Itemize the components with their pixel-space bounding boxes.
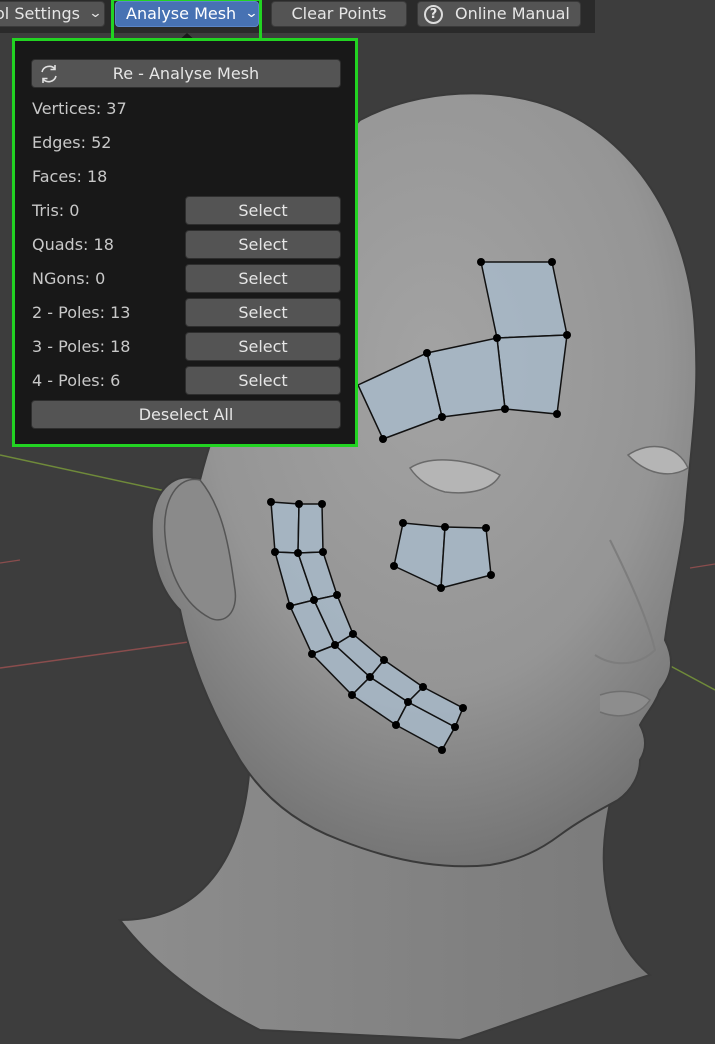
tris-count: Tris: 0 <box>32 201 80 220</box>
grid-axis-green <box>0 454 171 493</box>
clear-points-label: Clear Points <box>291 4 387 23</box>
reanalyse-mesh-label: Re - Analyse Mesh <box>112 64 260 83</box>
select-quads-button[interactable]: Select <box>185 230 341 259</box>
analyse-mesh-popover: Re - Analyse Mesh Vertices: 37 Edges: 52… <box>12 38 358 447</box>
select-tris-button[interactable]: Select <box>185 196 341 225</box>
help-icon: ? <box>424 4 443 24</box>
analyse-mesh-label: Analyse Mesh <box>126 4 237 23</box>
select-two-poles-button[interactable]: Select <box>185 298 341 327</box>
edges-count: Edges: 52 <box>32 133 112 152</box>
faces-count: Faces: 18 <box>32 167 108 186</box>
grid-axis-red-2 <box>0 559 21 564</box>
select-ngons-button[interactable]: Select <box>185 264 341 293</box>
chevron-down-icon: ⌄ <box>244 6 259 21</box>
grid-axis-red-right <box>689 563 715 569</box>
tool-settings-label: ol Settings <box>0 4 80 23</box>
refresh-icon <box>41 65 57 83</box>
analyse-mesh-dropdown[interactable]: Analyse Mesh ⌄ <box>115 1 259 27</box>
select-three-poles-button[interactable]: Select <box>185 332 341 361</box>
vertices-count: Vertices: 37 <box>32 99 127 118</box>
tool-settings-dropdown[interactable]: ol Settings ⌄ <box>0 1 105 27</box>
two-poles-count: 2 - Poles: 13 <box>32 303 131 322</box>
online-manual-button[interactable]: ? Online Manual <box>417 1 581 27</box>
quads-count: Quads: 18 <box>32 235 114 254</box>
deselect-all-button[interactable]: Deselect All <box>31 400 341 429</box>
ngons-count: NGons: 0 <box>32 269 106 288</box>
online-manual-label: Online Manual <box>455 4 570 23</box>
chevron-down-icon: ⌄ <box>88 6 103 21</box>
select-four-poles-button[interactable]: Select <box>185 366 341 395</box>
clear-points-button[interactable]: Clear Points <box>271 1 407 27</box>
reanalyse-mesh-button[interactable]: Re - Analyse Mesh <box>31 59 341 88</box>
three-poles-count: 3 - Poles: 18 <box>32 337 131 356</box>
four-poles-count: 4 - Poles: 6 <box>32 371 121 390</box>
